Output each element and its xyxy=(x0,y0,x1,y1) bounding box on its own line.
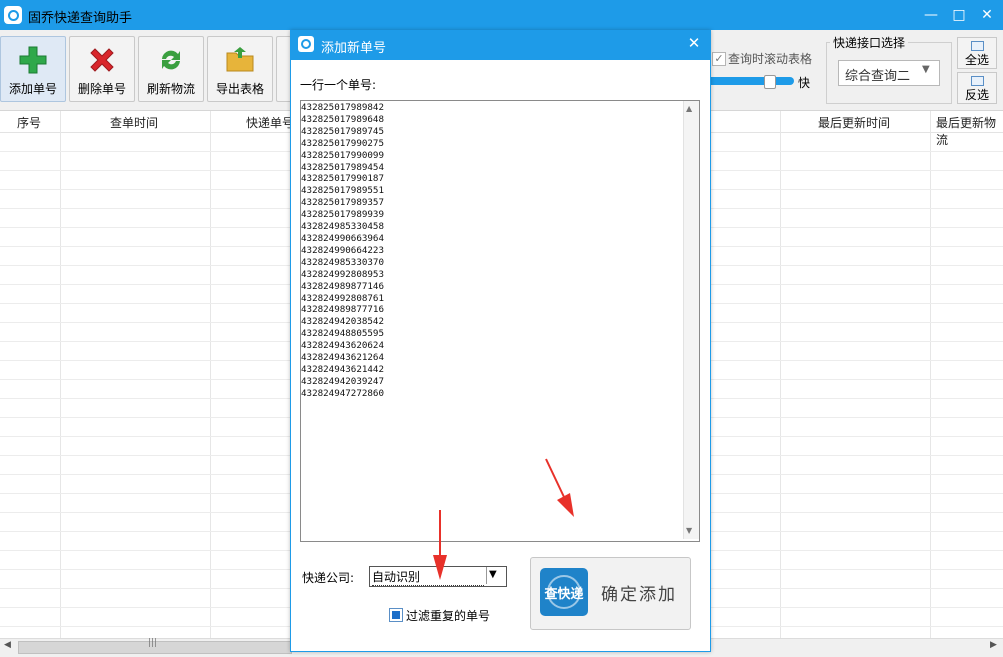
tracking-number-line: 432825017989745 xyxy=(301,125,384,137)
confirm-add-label: 确定添加 xyxy=(601,585,677,605)
invert-selection-icon xyxy=(971,76,984,86)
folder-export-icon xyxy=(226,47,254,72)
close-icon[interactable]: ✕ xyxy=(976,4,998,26)
speed-slider[interactable] xyxy=(706,77,794,85)
toolbar-button-partial[interactable] xyxy=(276,36,291,102)
delete-x-icon xyxy=(90,48,114,72)
column-divider xyxy=(930,111,931,638)
minimize-icon[interactable]: — xyxy=(920,4,942,26)
tracking-number-line: 432825017990187 xyxy=(301,173,384,185)
textarea-vertical-scrollbar[interactable] xyxy=(683,101,699,539)
plus-icon xyxy=(19,46,47,74)
tracking-number-line: 432824989877146 xyxy=(301,280,384,292)
tracking-number-line: 432824989877716 xyxy=(301,304,384,316)
tracking-number-line: 432824942039247 xyxy=(301,375,384,387)
dialog-logo-icon xyxy=(298,36,314,52)
tracking-number-line: 432824985330458 xyxy=(301,221,384,233)
column-divider xyxy=(210,111,211,638)
column-header-index[interactable]: 序号 xyxy=(17,114,41,131)
add-number-button[interactable]: 添加单号 xyxy=(0,36,66,102)
api-select-value: 综合查询二 xyxy=(845,69,911,84)
tracking-number-line: 432824943621264 xyxy=(301,352,384,364)
tracking-number-line: 432825017989939 xyxy=(301,209,384,221)
column-header-tracking-number[interactable]: 快递单号 xyxy=(246,114,294,131)
tracking-number-line: 432824992808953 xyxy=(301,268,384,280)
export-table-button[interactable]: 导出表格 xyxy=(207,36,273,102)
column-header-query-time[interactable]: 查单时间 xyxy=(110,114,158,131)
tracking-number-line: 432824948805595 xyxy=(301,328,384,340)
tracking-number-line: 432824943620624 xyxy=(301,340,384,352)
column-divider xyxy=(780,111,781,638)
select-all-label: 全选 xyxy=(964,53,989,67)
tracking-number-line: 432825017990099 xyxy=(301,149,384,161)
dialog-title: 添加新单号 xyxy=(321,41,387,56)
speed-label: 快 xyxy=(798,76,811,90)
tracking-number-line: 432824947272860 xyxy=(301,387,384,399)
refresh-logistics-button[interactable]: 刷新物流 xyxy=(138,36,204,102)
refresh-logistics-label: 刷新物流 xyxy=(146,82,195,96)
tracking-number-line: 432825017989842 xyxy=(301,102,384,113)
speed-slider-thumb[interactable] xyxy=(764,75,776,89)
tracking-number-line: 432825017990275 xyxy=(301,137,384,149)
invert-selection-button[interactable]: 反选 xyxy=(957,72,997,104)
scroll-table-label: 查询时滚动表格 xyxy=(728,52,813,66)
app-logo-icon xyxy=(4,6,22,24)
refresh-icon xyxy=(162,50,180,70)
export-table-label: 导出表格 xyxy=(215,82,264,96)
tracking-number-line: 432824943621442 xyxy=(301,363,384,375)
courier-company-label: 快递公司: xyxy=(302,571,355,585)
title-bar xyxy=(0,0,1003,30)
maximize-icon[interactable]: □ xyxy=(948,4,970,26)
column-header-last-update-logistics[interactable]: 最后更新物流 xyxy=(936,114,1003,148)
tracking-number-line: 432824942038542 xyxy=(301,316,384,328)
input-instruction: 一行一个单号: xyxy=(300,78,377,92)
express-search-icon-text: 查快递 xyxy=(544,587,584,602)
delete-number-label: 删除单号 xyxy=(77,82,126,96)
scroll-up-icon[interactable]: ▲ xyxy=(686,104,692,113)
delete-number-button[interactable]: 删除单号 xyxy=(69,36,135,102)
tracking-number-line: 432825017989648 xyxy=(301,113,384,125)
chevron-down-icon: ▼ xyxy=(922,64,930,75)
tracking-number-line: 432824985330370 xyxy=(301,256,384,268)
invert-selection-label: 反选 xyxy=(964,88,989,102)
column-header-last-update-time[interactable]: 最后更新时间 xyxy=(818,114,890,131)
tracking-number-line: 432824992808761 xyxy=(301,292,384,304)
tracking-numbers-list: 432825017989842 432825017989648 4328250179… xyxy=(301,102,681,400)
api-group-legend: 快递接口选择 xyxy=(830,34,909,51)
filter-duplicates-checkbox[interactable] xyxy=(389,608,403,622)
tracking-number-line: 432825017989357 xyxy=(301,197,384,209)
tracking-number-line: 432825017989454 xyxy=(301,161,384,173)
scroll-down-icon[interactable]: ▼ xyxy=(686,526,692,535)
tracking-number-line: 432824990664223 xyxy=(301,244,384,256)
dialog-close-icon[interactable]: ✕ xyxy=(683,34,705,52)
select-all-button[interactable]: 全选 xyxy=(957,37,997,69)
select-all-icon xyxy=(971,41,984,51)
scroll-right-icon[interactable]: ▶ xyxy=(990,640,997,650)
select-divider xyxy=(486,567,487,584)
filter-duplicates-label: 过滤重复的单号 xyxy=(406,609,491,623)
add-number-label: 添加单号 xyxy=(8,82,57,96)
tracking-number-line: 432824990663964 xyxy=(301,232,384,244)
annotation-arrow-icon xyxy=(433,510,447,580)
chevron-down-icon[interactable]: ▼ xyxy=(489,569,497,580)
scroll-table-checkbox[interactable]: ✓ xyxy=(712,52,726,66)
scroll-grip-icon: ||| xyxy=(148,638,158,648)
window-title: 固乔快递查询助手 xyxy=(28,11,133,26)
column-divider xyxy=(60,111,61,638)
tracking-number-line: 432825017989551 xyxy=(301,185,384,197)
scroll-left-icon[interactable]: ◀ xyxy=(4,640,11,650)
annotation-arrow-icon xyxy=(545,458,574,517)
